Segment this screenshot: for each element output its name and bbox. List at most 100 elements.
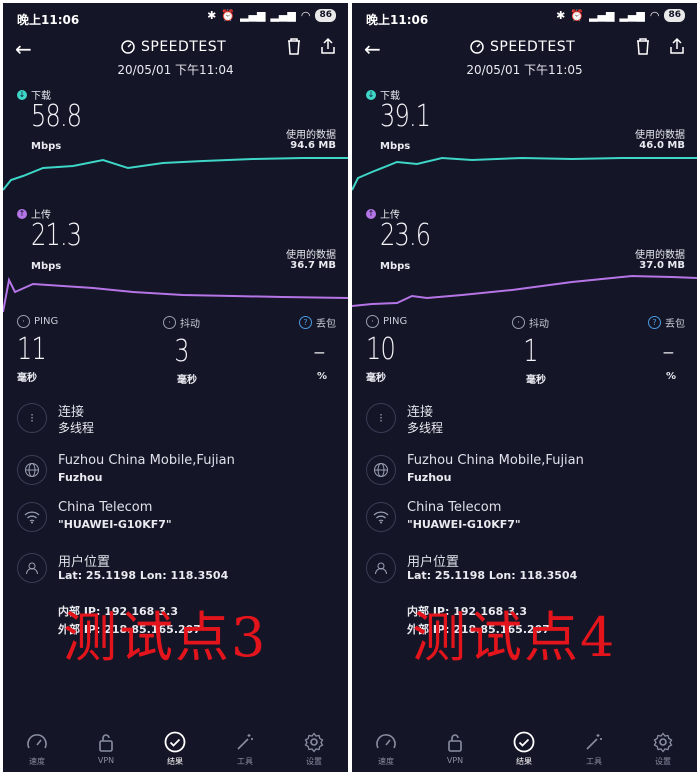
tab-settings[interactable]: 设置 — [643, 730, 683, 767]
gear-icon — [653, 732, 673, 753]
server-city: Fuzhou — [407, 471, 452, 484]
server-row: Fuzhou China Mobile,Fujian Fuzhou — [3, 453, 348, 493]
signal-icon: ▂▄▆ — [619, 9, 645, 22]
upload-graph — [3, 276, 348, 313]
download-value: 39.1 — [380, 99, 431, 134]
battery-icon: 86 — [315, 9, 336, 22]
server-name: Fuzhou China Mobile,Fujian — [407, 453, 584, 468]
bluetooth-icon: ✱ — [556, 9, 566, 22]
packet-loss-value: – — [662, 334, 674, 369]
download-data-used-label: 使用的数据 — [635, 130, 685, 141]
magic-wand-icon — [586, 734, 602, 750]
ping-stat: · PING 11 毫秒 — [17, 315, 127, 384]
back-arrow-icon[interactable]: ← — [364, 37, 381, 61]
upload-icon: ↑ — [366, 208, 376, 219]
bottom-tab-bar: 速度 VPN 结果 工具 设置 — [352, 726, 697, 772]
speedtest-result-screen: 晚上11:06 ✱ ⏰ ▂▄▆ ▂▄▆ ◠ 86 ← SPEEDTEST 20/… — [352, 3, 697, 772]
upload-value: 23.6 — [380, 218, 431, 253]
connection-type: 多线程 — [58, 421, 95, 435]
ping-value: 10 — [366, 332, 396, 367]
test-point-watermark: 测试点4 — [412, 606, 617, 669]
tab-tools[interactable]: 工具 — [225, 730, 265, 767]
signal-icon: ▂▄▆ — [240, 9, 266, 22]
jitter-icon: · — [512, 316, 525, 329]
speedtest-logo-icon — [470, 40, 484, 54]
isp-row: China Telecom "HUAWEI-G10KF7" — [3, 500, 348, 540]
tab-speed[interactable]: 速度 — [366, 730, 406, 767]
status-time: 晚上11:06 — [17, 13, 80, 27]
tab-settings[interactable]: 设置 — [294, 730, 334, 767]
tab-results[interactable]: 结果 — [155, 730, 195, 767]
help-icon[interactable]: ? — [648, 316, 661, 329]
check-circle-icon — [513, 731, 535, 753]
tab-speed[interactable]: 速度 — [17, 730, 57, 767]
wifi-icon — [17, 502, 47, 532]
share-icon[interactable] — [669, 37, 685, 55]
brand: SPEEDTEST — [470, 39, 575, 55]
latency-row: · PING 10 毫秒 · 抖动 1 毫秒 ? 丢包 – % — [352, 315, 697, 386]
app-toolbar: ← SPEEDTEST — [352, 33, 697, 63]
signal-icon: ▂▄▆ — [589, 9, 615, 22]
wifi-icon: ◠ — [649, 9, 660, 22]
download-graph — [352, 156, 697, 191]
connection-type: 多线程 — [407, 421, 444, 435]
status-icons: ✱ ⏰ ▂▄▆ ▂▄▆ ◠ 86 — [556, 9, 685, 22]
tab-results[interactable]: 结果 — [504, 730, 544, 767]
bluetooth-icon: ✱ — [207, 9, 217, 22]
download-value: 58.8 — [31, 99, 82, 134]
tab-vpn[interactable]: VPN — [435, 730, 475, 765]
lock-icon — [99, 734, 113, 752]
upload-value: 21.3 — [31, 218, 82, 253]
speedometer-icon — [27, 734, 47, 749]
tab-vpn[interactable]: VPN — [86, 730, 126, 765]
ping-icon: · — [366, 315, 379, 328]
latency-row: · PING 11 毫秒 · 抖动 3 毫秒 ? 丢包 – % — [3, 315, 348, 386]
bottom-tab-bar: 速度 VPN 结果 工具 设置 — [3, 726, 348, 772]
help-icon[interactable]: ? — [299, 316, 312, 329]
globe-icon — [366, 455, 396, 485]
location-row: 用户位置 Lat: 25.1198 Lon: 118.3504 — [3, 551, 348, 591]
user-coords: Lat: 25.1198 Lon: 118.3504 — [58, 569, 229, 582]
isp-name: China Telecom — [407, 500, 502, 515]
ping-icon: · — [17, 315, 30, 328]
download-icon: ↓ — [366, 89, 376, 100]
jitter-value: 3 — [174, 334, 189, 369]
share-icon[interactable] — [320, 37, 336, 55]
app-toolbar: ← SPEEDTEST — [3, 33, 348, 63]
connection-row: ⁝ 连接 多线程 — [3, 401, 348, 441]
packet-loss-unit: % — [317, 371, 328, 382]
test-datetime: 20/05/01 下午11:04 — [117, 63, 234, 77]
status-bar: 晚上11:06 ✱ ⏰ ▂▄▆ ▂▄▆ ◠ 86 — [3, 3, 348, 33]
ping-stat: · PING 10 毫秒 — [366, 315, 476, 384]
status-icons: ✱ ⏰ ▂▄▆ ▂▄▆ ◠ 86 — [207, 9, 336, 22]
trash-icon[interactable] — [286, 37, 302, 55]
ping-unit: 毫秒 — [17, 373, 37, 384]
test-datetime: 20/05/01 下午11:05 — [466, 63, 583, 77]
signal-icon: ▂▄▆ — [270, 9, 296, 22]
server-row: Fuzhou China Mobile,Fujian Fuzhou — [352, 453, 697, 493]
trash-icon[interactable] — [635, 37, 651, 55]
connections-icon: ⁝ — [17, 403, 47, 433]
upload-data-used-label: 使用的数据 — [635, 250, 685, 261]
ping-unit: 毫秒 — [366, 373, 386, 384]
tab-tools[interactable]: 工具 — [574, 730, 614, 767]
upload-icon: ↑ — [17, 208, 27, 219]
user-icon — [366, 553, 396, 583]
jitter-icon: · — [163, 316, 176, 329]
globe-icon — [17, 455, 47, 485]
ping-value: 11 — [17, 332, 47, 367]
test-point-watermark: 测试点3 — [63, 606, 268, 669]
jitter-stat: · 抖动 1 毫秒 — [512, 315, 622, 386]
wifi-icon — [366, 502, 396, 532]
status-time: 晚上11:06 — [366, 13, 429, 27]
magic-wand-icon — [237, 734, 253, 750]
status-bar: 晚上11:06 ✱ ⏰ ▂▄▆ ▂▄▆ ◠ 86 — [352, 3, 697, 33]
speedtest-result-screen: 晚上11:06 ✱ ⏰ ▂▄▆ ▂▄▆ ◠ 86 ← SPEEDTEST 20/… — [3, 3, 348, 772]
brand-title: SPEEDTEST — [141, 39, 227, 55]
back-arrow-icon[interactable]: ← — [15, 37, 32, 61]
packet-loss-value: – — [313, 334, 325, 369]
jitter-unit: 毫秒 — [526, 375, 546, 386]
speedometer-icon — [376, 734, 396, 749]
jitter-unit: 毫秒 — [177, 375, 197, 386]
connection-row: ⁝ 连接 多线程 — [352, 401, 697, 441]
